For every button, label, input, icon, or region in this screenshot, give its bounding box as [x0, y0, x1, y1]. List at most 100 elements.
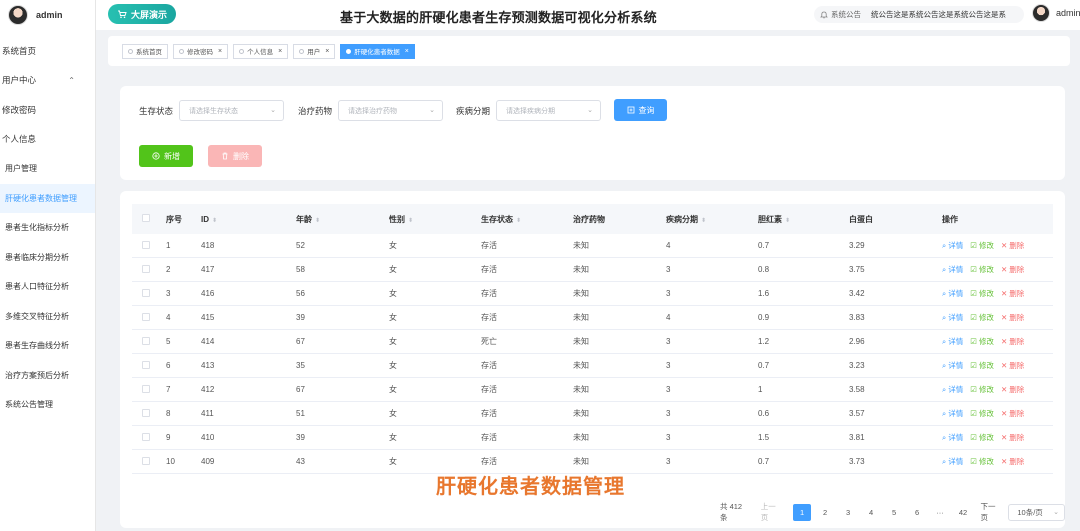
- tag-1[interactable]: 系统首页: [122, 43, 168, 59]
- sidebar-item[interactable]: 肝硬化患者数据管理: [0, 183, 95, 213]
- next-page-button[interactable]: 下一页: [981, 501, 1003, 523]
- sort-icon[interactable]: ⬍: [701, 218, 706, 224]
- delete-link[interactable]: ✕ 删除: [1001, 408, 1024, 419]
- sidebar-item[interactable]: 个人信息: [0, 125, 95, 155]
- row-checkbox[interactable]: [142, 264, 150, 273]
- edit-link[interactable]: ☑ 修改: [970, 456, 994, 467]
- row-checkbox[interactable]: [142, 288, 150, 297]
- delete-link[interactable]: ✕ 删除: [1001, 312, 1024, 323]
- sort-icon[interactable]: ⬍: [785, 218, 790, 224]
- sort-icon[interactable]: ⬍: [408, 218, 413, 224]
- header-user[interactable]: admin: [1032, 4, 1080, 22]
- row-checkbox[interactable]: [142, 312, 150, 321]
- page-button[interactable]: 4: [862, 504, 879, 521]
- tag-2[interactable]: 修改密码 ×: [173, 43, 229, 59]
- page-button[interactable]: 5: [885, 504, 902, 521]
- column-header[interactable]: 白蛋白: [849, 214, 942, 225]
- tag-4[interactable]: 用户 ×: [293, 43, 336, 59]
- batch-delete-button[interactable]: 删除: [208, 145, 262, 167]
- sort-icon[interactable]: ⬍: [516, 218, 521, 224]
- close-icon[interactable]: ×: [325, 48, 329, 55]
- detail-link[interactable]: ⌕ 详情: [942, 240, 963, 251]
- row-checkbox[interactable]: [142, 456, 150, 465]
- tag-5[interactable]: 肝硬化患者数据 ×: [340, 43, 415, 59]
- notice-bar[interactable]: 系统公告 统公告这是系统公告这是系统公告这是系: [814, 6, 1024, 23]
- detail-link[interactable]: ⌕ 详情: [942, 264, 963, 275]
- header-avatar[interactable]: [1032, 4, 1050, 22]
- row-checkbox[interactable]: [142, 432, 150, 441]
- sort-icon[interactable]: ⬍: [212, 218, 217, 224]
- delete-link[interactable]: ✕ 删除: [1001, 264, 1024, 275]
- close-icon[interactable]: ×: [405, 48, 409, 55]
- column-header[interactable]: 性别 ⬍: [389, 214, 481, 225]
- delete-link[interactable]: ✕ 删除: [1001, 288, 1024, 299]
- page-button[interactable]: 3: [839, 504, 856, 521]
- edit-link[interactable]: ☑ 修改: [970, 336, 994, 347]
- page-size-select[interactable]: 10条/页 ⌄: [1008, 503, 1065, 521]
- sidebar-item[interactable]: 系统公告管理: [0, 390, 95, 420]
- status-select[interactable]: 请选择生存状态 ⌄: [179, 100, 285, 121]
- edit-link[interactable]: ☑ 修改: [970, 240, 994, 251]
- close-icon[interactable]: ×: [218, 48, 222, 55]
- row-checkbox[interactable]: [142, 240, 150, 249]
- select-all-checkbox[interactable]: [142, 214, 150, 222]
- detail-link[interactable]: ⌕ 详情: [942, 408, 963, 419]
- detail-link[interactable]: ⌕ 详情: [942, 312, 963, 323]
- sort-icon[interactable]: ⬍: [315, 218, 320, 224]
- close-icon[interactable]: ×: [278, 48, 282, 55]
- add-button[interactable]: 新增: [139, 145, 193, 167]
- row-checkbox[interactable]: [142, 408, 150, 417]
- edit-link[interactable]: ☑ 修改: [970, 408, 994, 419]
- detail-link[interactable]: ⌕ 详情: [942, 360, 963, 371]
- delete-link[interactable]: ✕ 删除: [1001, 456, 1024, 467]
- page-button[interactable]: 1: [793, 503, 811, 521]
- edit-link[interactable]: ☑ 修改: [970, 360, 994, 371]
- delete-link[interactable]: ✕ 删除: [1001, 360, 1024, 371]
- detail-link[interactable]: ⌕ 详情: [942, 456, 963, 467]
- sidebar-item[interactable]: 系统首页: [0, 36, 95, 66]
- column-header[interactable]: 生存状态 ⬍: [481, 214, 573, 225]
- column-header[interactable]: 胆红素 ⬍: [758, 214, 849, 225]
- column-header[interactable]: 序号: [166, 214, 201, 225]
- sidebar-item[interactable]: 治疗方案预后分析: [0, 361, 95, 391]
- edit-link[interactable]: ☑ 修改: [970, 384, 994, 395]
- prev-page-button[interactable]: 上一页: [761, 501, 783, 523]
- delete-link[interactable]: ✕ 删除: [1001, 432, 1024, 443]
- row-checkbox[interactable]: [142, 360, 150, 369]
- sidebar-item[interactable]: 修改密码: [0, 95, 95, 125]
- sidebar-item[interactable]: 患者人口特征分析: [0, 272, 95, 302]
- stage-select[interactable]: 请选择疾病分期 ⌄: [496, 100, 602, 121]
- detail-link[interactable]: ⌕ 详情: [942, 384, 963, 395]
- tag-3[interactable]: 个人信息 ×: [233, 43, 289, 59]
- sidebar-item[interactable]: 用户管理: [0, 154, 95, 184]
- edit-link[interactable]: ☑ 修改: [970, 312, 994, 323]
- column-header[interactable]: ID ⬍: [201, 215, 296, 224]
- column-header[interactable]: 年龄 ⬍: [296, 214, 389, 225]
- detail-link[interactable]: ⌕ 详情: [942, 336, 963, 347]
- edit-link[interactable]: ☑ 修改: [970, 288, 994, 299]
- detail-link[interactable]: ⌕ 详情: [942, 432, 963, 443]
- page-button[interactable]: 6: [908, 504, 925, 521]
- row-checkbox[interactable]: [142, 336, 150, 345]
- sidebar-item[interactable]: 患者生存曲线分析: [0, 331, 95, 361]
- edit-link[interactable]: ☑ 修改: [970, 432, 994, 443]
- query-button[interactable]: 查询: [614, 99, 667, 121]
- column-header[interactable]: 治疗药物: [573, 214, 666, 225]
- detail-link[interactable]: ⌕ 详情: [942, 288, 963, 299]
- bigscreen-button[interactable]: 大屏演示: [108, 4, 176, 24]
- sidebar-item[interactable]: 多维交叉特征分析: [0, 302, 95, 332]
- sidebar-item[interactable]: 患者生化指标分析: [0, 213, 95, 243]
- delete-link[interactable]: ✕ 删除: [1001, 384, 1024, 395]
- edit-link[interactable]: ☑ 修改: [970, 264, 994, 275]
- delete-link[interactable]: ✕ 删除: [1001, 336, 1024, 347]
- delete-link[interactable]: ✕ 删除: [1001, 240, 1024, 251]
- column-header[interactable]: 疾病分期 ⬍: [666, 214, 758, 225]
- row-checkbox[interactable]: [142, 384, 150, 393]
- avatar[interactable]: [8, 5, 28, 25]
- page-button[interactable]: 42: [954, 504, 971, 521]
- page-button[interactable]: 2: [816, 504, 833, 521]
- drug-select[interactable]: 请选择治疗药物 ⌄: [338, 100, 444, 121]
- more-pages-button[interactable]: ···: [931, 504, 948, 521]
- sidebar-item[interactable]: 患者临床分期分析: [0, 243, 95, 273]
- sidebar-item[interactable]: 用户中心 ⌃: [0, 66, 95, 96]
